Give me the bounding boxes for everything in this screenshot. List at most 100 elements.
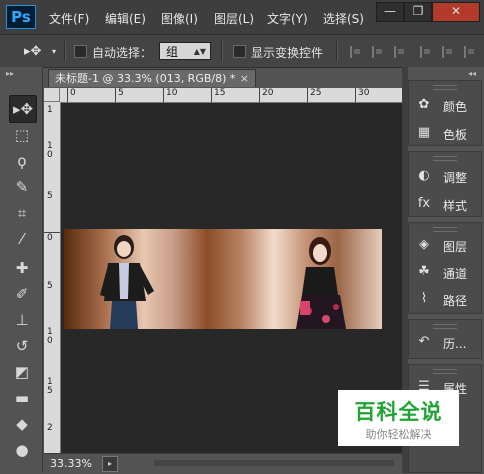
align-vcenter-icon[interactable]	[372, 46, 384, 58]
panel-label: 历...	[443, 337, 467, 351]
align-right-icon[interactable]	[464, 46, 476, 58]
marquee-tool[interactable]: ⬚	[9, 122, 35, 148]
menu-layer[interactable]: 图层(L)	[214, 10, 254, 27]
panel-item-channels[interactable]: ☘ 通道	[409, 260, 483, 284]
options-divider	[64, 41, 66, 61]
panel-item-color[interactable]: ✿ 颜色	[409, 93, 483, 117]
watermark-badge: 百科全说 助你轻松解决	[338, 390, 459, 446]
ruler-origin[interactable]	[44, 88, 60, 102]
eyedropper-tool[interactable]: ⁄	[9, 226, 35, 252]
ruler-tick	[163, 88, 164, 102]
panel-grip[interactable]	[433, 369, 457, 374]
lasso-tool[interactable]: ϙ	[9, 148, 35, 174]
canvas-artwork	[100, 235, 346, 329]
panel-grip[interactable]	[433, 227, 457, 232]
panel-grip[interactable]	[433, 85, 457, 90]
options-divider	[336, 41, 338, 61]
auto-select-value: 组	[166, 45, 179, 59]
document-canvas[interactable]	[64, 229, 382, 329]
woman-figure-right	[296, 237, 346, 329]
document-info-icon[interactable]: ▸	[102, 456, 118, 472]
tools-panel: ▸▸ ▸✥ ⬚ ϙ ✎ ⌗ ⁄ ✚ ✐ ⊥ ↺ ◩ ▬ ◆ ●	[0, 67, 43, 473]
history-brush-tool[interactable]: ↺	[9, 333, 35, 359]
collapse-tools-icon[interactable]: ▸▸	[6, 69, 14, 78]
move-tool[interactable]: ▸✥	[9, 95, 37, 123]
hruler-label: 25	[310, 88, 322, 98]
zoom-level[interactable]: 33.33%	[50, 457, 92, 470]
hruler-label: 0	[70, 88, 76, 98]
status-bar: 33.33% ▸	[44, 453, 402, 474]
eraser-tool[interactable]: ◩	[9, 359, 35, 385]
align-top-icon[interactable]	[350, 46, 362, 58]
align-bottom-icon[interactable]	[394, 46, 406, 58]
blur-tool[interactable]: ◆	[9, 411, 35, 437]
auto-select-checkbox[interactable]	[74, 45, 87, 58]
panel-item-swatches[interactable]: ▦ 色板	[409, 121, 483, 145]
align-hcenter-icon[interactable]	[442, 46, 454, 58]
close-tab-icon[interactable]: ×	[240, 70, 249, 88]
panel-label: 色板	[443, 128, 468, 142]
hruler-label: 30	[358, 88, 370, 98]
menu-image[interactable]: 图像(I)	[161, 10, 198, 27]
swatches-icon: ▦	[417, 125, 431, 140]
auto-select-dropdown[interactable]: 组 ▲▼	[159, 42, 211, 60]
show-transform-label: 显示变换控件	[251, 46, 324, 60]
options-divider	[221, 41, 223, 61]
panel-group-adjustments: ◐ 调整 fx 样式	[408, 151, 482, 217]
vruler-label: 2	[47, 423, 53, 433]
gradient-tool[interactable]: ▬	[9, 385, 35, 411]
panel-item-adjustments[interactable]: ◐ 调整	[409, 164, 483, 188]
ruler-tick	[355, 88, 356, 102]
vruler-label: 5	[47, 191, 53, 201]
hruler-label: 5	[118, 88, 124, 98]
quick-select-tool[interactable]: ✎	[9, 174, 35, 200]
document-tab[interactable]: 未标题-1 @ 33.3% (013, RGB/8) * ×	[48, 69, 256, 87]
vruler-label: 10	[47, 141, 53, 160]
ruler-tick	[307, 88, 308, 102]
vruler-label: 5	[47, 281, 53, 291]
menu-type[interactable]: 文字(Y)	[267, 10, 308, 27]
show-transform-checkbox[interactable]	[233, 45, 246, 58]
hruler-label: 20	[262, 88, 274, 98]
panel-label: 样式	[443, 199, 468, 213]
vruler-label: 0	[47, 233, 53, 243]
vertical-ruler[interactable]: 1 10 5 0 5 10 15 2	[44, 102, 61, 453]
panel-label: 调整	[443, 171, 468, 185]
panel-group-color: ✿ 颜色 ▦ 色板	[408, 80, 482, 146]
dodge-tool[interactable]: ●	[9, 437, 35, 463]
panel-label: 路径	[443, 294, 468, 308]
document-tab-title: 未标题-1 @ 33.3% (013, RGB/8) *	[55, 72, 236, 85]
horizontal-scrollbar[interactable]	[154, 460, 394, 466]
panel-item-layers[interactable]: ◈ 图层	[409, 233, 483, 257]
healing-brush-tool[interactable]: ✚	[9, 255, 35, 281]
ruler-tick	[115, 88, 116, 102]
styles-icon: fx	[417, 196, 431, 211]
panel-label: 颜色	[443, 100, 468, 114]
close-button[interactable]: ✕	[432, 2, 480, 22]
menu-bar: Ps 文件(F) 编辑(E) 图像(I) 图层(L) 文字(Y) 选择(S) —…	[0, 0, 484, 34]
preset-dropdown-icon[interactable]: ▾	[52, 47, 56, 56]
watermark-title: 百科全说	[354, 400, 443, 424]
panel-item-history[interactable]: ↶ 历...	[409, 330, 483, 354]
menu-edit[interactable]: 编辑(E)	[105, 10, 146, 27]
align-left-icon[interactable]	[420, 46, 432, 58]
horizontal-ruler[interactable]: 0 5 10 15 20 25 30	[60, 88, 402, 103]
panel-grip[interactable]	[433, 156, 457, 161]
ruler-tick	[259, 88, 260, 102]
menu-select[interactable]: 选择(S)	[323, 10, 364, 27]
move-tool-preset-icon[interactable]: ▸✥	[24, 44, 41, 59]
maximize-button[interactable]: ❐	[404, 2, 432, 22]
palette-icon: ✿	[418, 97, 430, 112]
panel-item-paths[interactable]: ⌇ 路径	[409, 287, 483, 311]
clone-stamp-tool[interactable]: ⊥	[9, 307, 35, 333]
panel-grip[interactable]	[433, 324, 457, 329]
minimize-button[interactable]: —	[376, 2, 404, 22]
menu-file[interactable]: 文件(F)	[49, 10, 89, 27]
vruler-label: 15	[47, 377, 53, 396]
panel-item-styles[interactable]: fx 样式	[409, 192, 483, 216]
brush-tool[interactable]: ✐	[9, 281, 35, 307]
channels-icon: ☘	[418, 264, 430, 279]
history-icon: ↶	[418, 334, 430, 349]
crop-tool[interactable]: ⌗	[9, 200, 35, 226]
collapse-panels-icon[interactable]: ◂◂	[468, 69, 476, 78]
